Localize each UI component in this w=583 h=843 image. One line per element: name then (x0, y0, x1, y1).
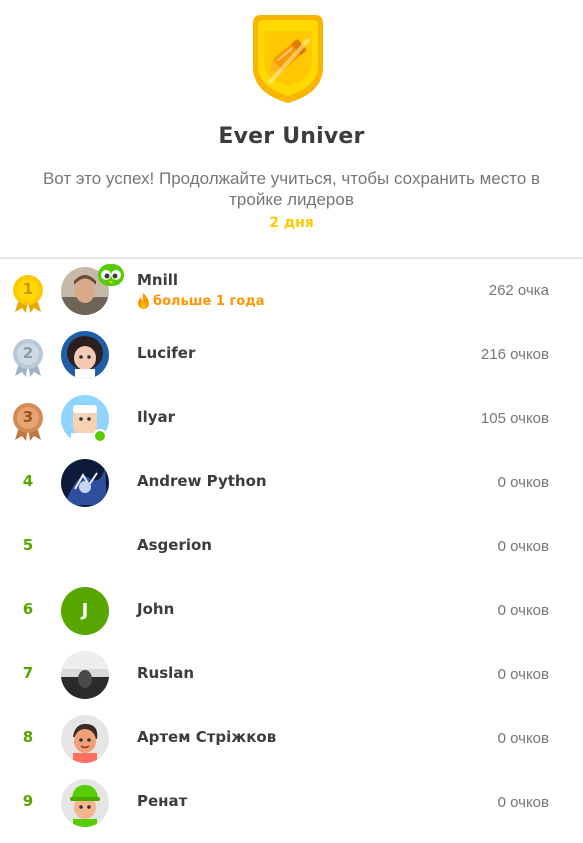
user-name: Lucifer (137, 344, 196, 362)
rank-number: 9 (22, 792, 34, 810)
league-title: Ever Univer (218, 124, 365, 149)
gold-shield-pencil-icon (253, 15, 323, 103)
streak: больше 1 года (137, 293, 264, 309)
divider (0, 257, 583, 259)
leaderboard-row[interactable]: 1 Mnill больше 1 года 262 очка (0, 260, 583, 324)
avatar[interactable] (61, 715, 109, 763)
league-message: Вот это успех! Продолжайте учиться, чтоб… (0, 168, 583, 210)
rank-number: 5 (22, 536, 34, 554)
avatar[interactable] (61, 331, 109, 379)
streak-text: больше 1 года (153, 293, 265, 309)
user-name: Ruslan (137, 664, 195, 682)
online-indicator (93, 429, 107, 443)
league-message-line: тройке лидеров (229, 190, 354, 209)
xp-points: 262 очка (488, 282, 549, 299)
leaderboard-row[interactable]: 5 Asgerion 0 очков (0, 516, 583, 580)
leaderboard-row[interactable]: 8 Артем Стріжков 0 очков (0, 708, 583, 772)
xp-points: 0 очков (497, 730, 549, 747)
user-name: Mnill (137, 271, 179, 289)
rank-number: 8 (22, 728, 34, 746)
user-name: Asgerion (137, 536, 212, 554)
xp-points: 0 очков (497, 538, 549, 555)
xp-points: 0 очков (497, 666, 549, 683)
avatar[interactable]: J (61, 587, 109, 635)
xp-points: 0 очков (497, 602, 549, 619)
avatar[interactable] (61, 459, 109, 507)
xp-points: 0 очков (497, 794, 549, 811)
leaderboard-row[interactable]: 3 Ilyar 105 очков (0, 388, 583, 452)
avatar[interactable] (61, 651, 109, 699)
leaderboard-row[interactable]: 2 Lucifer 216 очков (0, 324, 583, 388)
rank-number: 1 (22, 280, 34, 298)
days-left: 2 дня (269, 215, 314, 231)
user-name: Ilyar (137, 408, 176, 426)
flame-icon (137, 293, 150, 309)
user-name: Ренат (137, 792, 188, 810)
avatar[interactable] (61, 779, 109, 827)
rank-number: 3 (22, 408, 34, 426)
user-name: Артем Стріжков (137, 728, 277, 746)
leaderboard-row[interactable]: 9 Ренат 0 очков (0, 772, 583, 836)
user-name: John (137, 600, 175, 618)
rank-number: 6 (22, 600, 34, 618)
xp-points: 0 очков (497, 474, 549, 491)
duo-owl-icon (98, 264, 124, 286)
league-message-line: Вот это успех! Продолжайте учиться, чтоб… (42, 169, 541, 188)
leaderboard-row[interactable]: 7 Ruslan 0 очков (0, 644, 583, 708)
rank-number: 7 (22, 664, 34, 682)
rank-number: 4 (22, 472, 34, 490)
leaderboard-row[interactable]: 4 Andrew Python 0 очков (0, 452, 583, 516)
rank-number: 2 (22, 344, 34, 362)
xp-points: 105 очков (480, 410, 549, 427)
league-header: Ever Univer Вот это успех! Продолжайте у… (0, 0, 583, 258)
user-name: Andrew Python (137, 472, 267, 490)
leaderboard-row[interactable]: 6 J John 0 очков (0, 580, 583, 644)
xp-points: 216 очков (480, 346, 549, 363)
